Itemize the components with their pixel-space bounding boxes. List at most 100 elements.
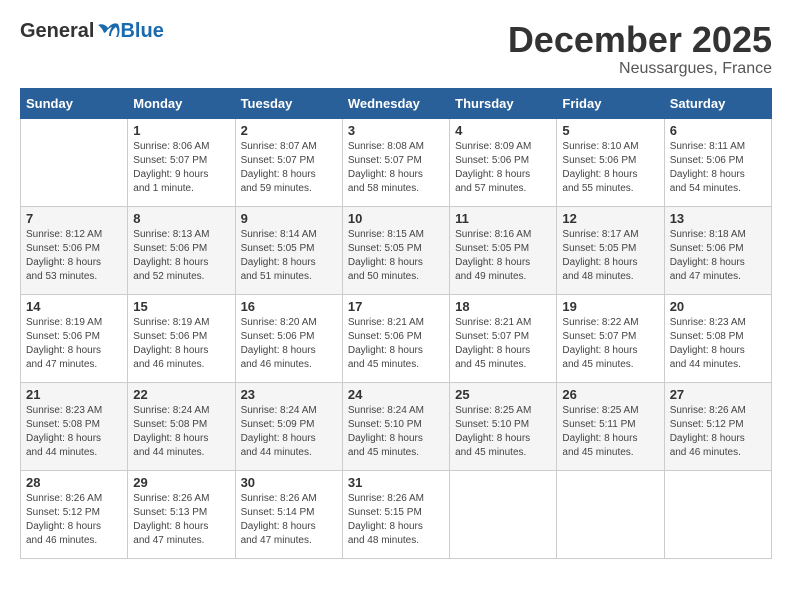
day-number: 21 (26, 387, 122, 402)
day-info: Sunrise: 8:21 AM Sunset: 5:06 PM Dayligh… (348, 316, 444, 372)
calendar-cell (664, 470, 771, 558)
week-row-5: 28 Sunrise: 8:26 AM Sunset: 5:12 PM Dayli… (21, 470, 772, 558)
month-title: December 2025 (508, 20, 772, 60)
col-sunday: Sunday (21, 88, 128, 118)
day-number: 20 (670, 299, 766, 314)
day-info: Sunrise: 8:17 AM Sunset: 5:05 PM Dayligh… (562, 228, 658, 284)
day-number: 3 (348, 123, 444, 138)
day-number: 2 (241, 123, 337, 138)
day-number: 24 (348, 387, 444, 402)
calendar-cell: 2 Sunrise: 8:07 AM Sunset: 5:07 PM Daylig… (235, 118, 342, 206)
day-info: Sunrise: 8:14 AM Sunset: 5:05 PM Dayligh… (241, 228, 337, 284)
page-header: General Blue December 2025 Neussargues, … (20, 20, 772, 78)
calendar-cell: 20 Sunrise: 8:23 AM Sunset: 5:08 PM Dayli… (664, 294, 771, 382)
calendar-cell: 25 Sunrise: 8:25 AM Sunset: 5:10 PM Dayli… (450, 382, 557, 470)
calendar-cell: 26 Sunrise: 8:25 AM Sunset: 5:11 PM Dayli… (557, 382, 664, 470)
day-info: Sunrise: 8:26 AM Sunset: 5:14 PM Dayligh… (241, 492, 337, 548)
day-info: Sunrise: 8:07 AM Sunset: 5:07 PM Dayligh… (241, 140, 337, 196)
day-number: 11 (455, 211, 551, 226)
day-info: Sunrise: 8:15 AM Sunset: 5:05 PM Dayligh… (348, 228, 444, 284)
day-number: 23 (241, 387, 337, 402)
day-number: 8 (133, 211, 229, 226)
calendar-cell: 27 Sunrise: 8:26 AM Sunset: 5:12 PM Dayli… (664, 382, 771, 470)
day-number: 7 (26, 211, 122, 226)
day-info: Sunrise: 8:13 AM Sunset: 5:06 PM Dayligh… (133, 228, 229, 284)
calendar-cell: 14Sunrise: 8:19 AM Sunset: 5:06 PM Dayli… (21, 294, 128, 382)
calendar-cell: 29 Sunrise: 8:26 AM Sunset: 5:13 PM Dayli… (128, 470, 235, 558)
logo-general-text: General (20, 20, 94, 43)
col-monday: Monday (128, 88, 235, 118)
day-number: 26 (562, 387, 658, 402)
day-info: Sunrise: 8:16 AM Sunset: 5:05 PM Dayligh… (455, 228, 551, 284)
week-row-4: 21 Sunrise: 8:23 AM Sunset: 5:08 PM Dayli… (21, 382, 772, 470)
day-number: 28 (26, 475, 122, 490)
day-number: 1 (133, 123, 229, 138)
calendar-cell: 13Sunrise: 8:18 AM Sunset: 5:06 PM Dayli… (664, 206, 771, 294)
calendar-cell: 24Sunrise: 8:24 AM Sunset: 5:10 PM Dayli… (342, 382, 449, 470)
day-number: 25 (455, 387, 551, 402)
week-row-1: 1Sunrise: 8:06 AM Sunset: 5:07 PM Daylig… (21, 118, 772, 206)
day-number: 22 (133, 387, 229, 402)
calendar-cell: 3 Sunrise: 8:08 AM Sunset: 5:07 PM Daylig… (342, 118, 449, 206)
day-info: Sunrise: 8:18 AM Sunset: 5:06 PM Dayligh… (670, 228, 766, 284)
day-number: 4 (455, 123, 551, 138)
day-info: Sunrise: 8:26 AM Sunset: 5:12 PM Dayligh… (26, 492, 122, 548)
week-row-2: 7 Sunrise: 8:12 AM Sunset: 5:06 PM Daylig… (21, 206, 772, 294)
day-info: Sunrise: 8:08 AM Sunset: 5:07 PM Dayligh… (348, 140, 444, 196)
day-number: 29 (133, 475, 229, 490)
title-section: December 2025 Neussargues, France (508, 20, 772, 78)
day-info: Sunrise: 8:22 AM Sunset: 5:07 PM Dayligh… (562, 316, 658, 372)
logo: General Blue (20, 20, 164, 43)
header-row: Sunday Monday Tuesday Wednesday Thursday… (21, 88, 772, 118)
week-row-3: 14Sunrise: 8:19 AM Sunset: 5:06 PM Dayli… (21, 294, 772, 382)
day-info: Sunrise: 8:26 AM Sunset: 5:13 PM Dayligh… (133, 492, 229, 548)
day-number: 27 (670, 387, 766, 402)
day-info: Sunrise: 8:12 AM Sunset: 5:06 PM Dayligh… (26, 228, 122, 284)
day-number: 12 (562, 211, 658, 226)
day-info: Sunrise: 8:24 AM Sunset: 5:09 PM Dayligh… (241, 404, 337, 460)
location-text: Neussargues, France (508, 60, 772, 78)
day-info: Sunrise: 8:11 AM Sunset: 5:06 PM Dayligh… (670, 140, 766, 196)
calendar-cell: 16Sunrise: 8:20 AM Sunset: 5:06 PM Dayli… (235, 294, 342, 382)
calendar-cell: 22Sunrise: 8:24 AM Sunset: 5:08 PM Dayli… (128, 382, 235, 470)
logo-blue-text: Blue (120, 20, 163, 43)
calendar-cell (557, 470, 664, 558)
day-number: 18 (455, 299, 551, 314)
calendar-cell: 5Sunrise: 8:10 AM Sunset: 5:06 PM Daylig… (557, 118, 664, 206)
col-saturday: Saturday (664, 88, 771, 118)
col-wednesday: Wednesday (342, 88, 449, 118)
col-tuesday: Tuesday (235, 88, 342, 118)
day-number: 10 (348, 211, 444, 226)
calendar-cell: 15 Sunrise: 8:19 AM Sunset: 5:06 PM Dayli… (128, 294, 235, 382)
day-number: 6 (670, 123, 766, 138)
day-info: Sunrise: 8:25 AM Sunset: 5:11 PM Dayligh… (562, 404, 658, 460)
day-info: Sunrise: 8:25 AM Sunset: 5:10 PM Dayligh… (455, 404, 551, 460)
day-number: 17 (348, 299, 444, 314)
day-number: 9 (241, 211, 337, 226)
calendar-cell: 28 Sunrise: 8:26 AM Sunset: 5:12 PM Dayli… (21, 470, 128, 558)
day-info: Sunrise: 8:23 AM Sunset: 5:08 PM Dayligh… (670, 316, 766, 372)
calendar-cell: 8 Sunrise: 8:13 AM Sunset: 5:06 PM Daylig… (128, 206, 235, 294)
day-info: Sunrise: 8:21 AM Sunset: 5:07 PM Dayligh… (455, 316, 551, 372)
day-info: Sunrise: 8:26 AM Sunset: 5:15 PM Dayligh… (348, 492, 444, 548)
calendar-cell (450, 470, 557, 558)
calendar-cell: 12 Sunrise: 8:17 AM Sunset: 5:05 PM Dayli… (557, 206, 664, 294)
calendar-cell: 18 Sunrise: 8:21 AM Sunset: 5:07 PM Dayli… (450, 294, 557, 382)
calendar-cell: 19Sunrise: 8:22 AM Sunset: 5:07 PM Dayli… (557, 294, 664, 382)
day-info: Sunrise: 8:19 AM Sunset: 5:06 PM Dayligh… (133, 316, 229, 372)
day-number: 31 (348, 475, 444, 490)
day-info: Sunrise: 8:23 AM Sunset: 5:08 PM Dayligh… (26, 404, 122, 460)
calendar-cell: 4Sunrise: 8:09 AM Sunset: 5:06 PM Daylig… (450, 118, 557, 206)
calendar-cell: 10 Sunrise: 8:15 AM Sunset: 5:05 PM Dayli… (342, 206, 449, 294)
logo-bird-icon (96, 22, 120, 42)
day-number: 30 (241, 475, 337, 490)
calendar-cell: 21 Sunrise: 8:23 AM Sunset: 5:08 PM Dayli… (21, 382, 128, 470)
calendar-cell: 7 Sunrise: 8:12 AM Sunset: 5:06 PM Daylig… (21, 206, 128, 294)
calendar-cell: 23 Sunrise: 8:24 AM Sunset: 5:09 PM Dayli… (235, 382, 342, 470)
calendar-cell (21, 118, 128, 206)
day-number: 15 (133, 299, 229, 314)
day-info: Sunrise: 8:26 AM Sunset: 5:12 PM Dayligh… (670, 404, 766, 460)
col-thursday: Thursday (450, 88, 557, 118)
calendar-cell: 17 Sunrise: 8:21 AM Sunset: 5:06 PM Dayli… (342, 294, 449, 382)
calendar-cell: 30 Sunrise: 8:26 AM Sunset: 5:14 PM Dayli… (235, 470, 342, 558)
